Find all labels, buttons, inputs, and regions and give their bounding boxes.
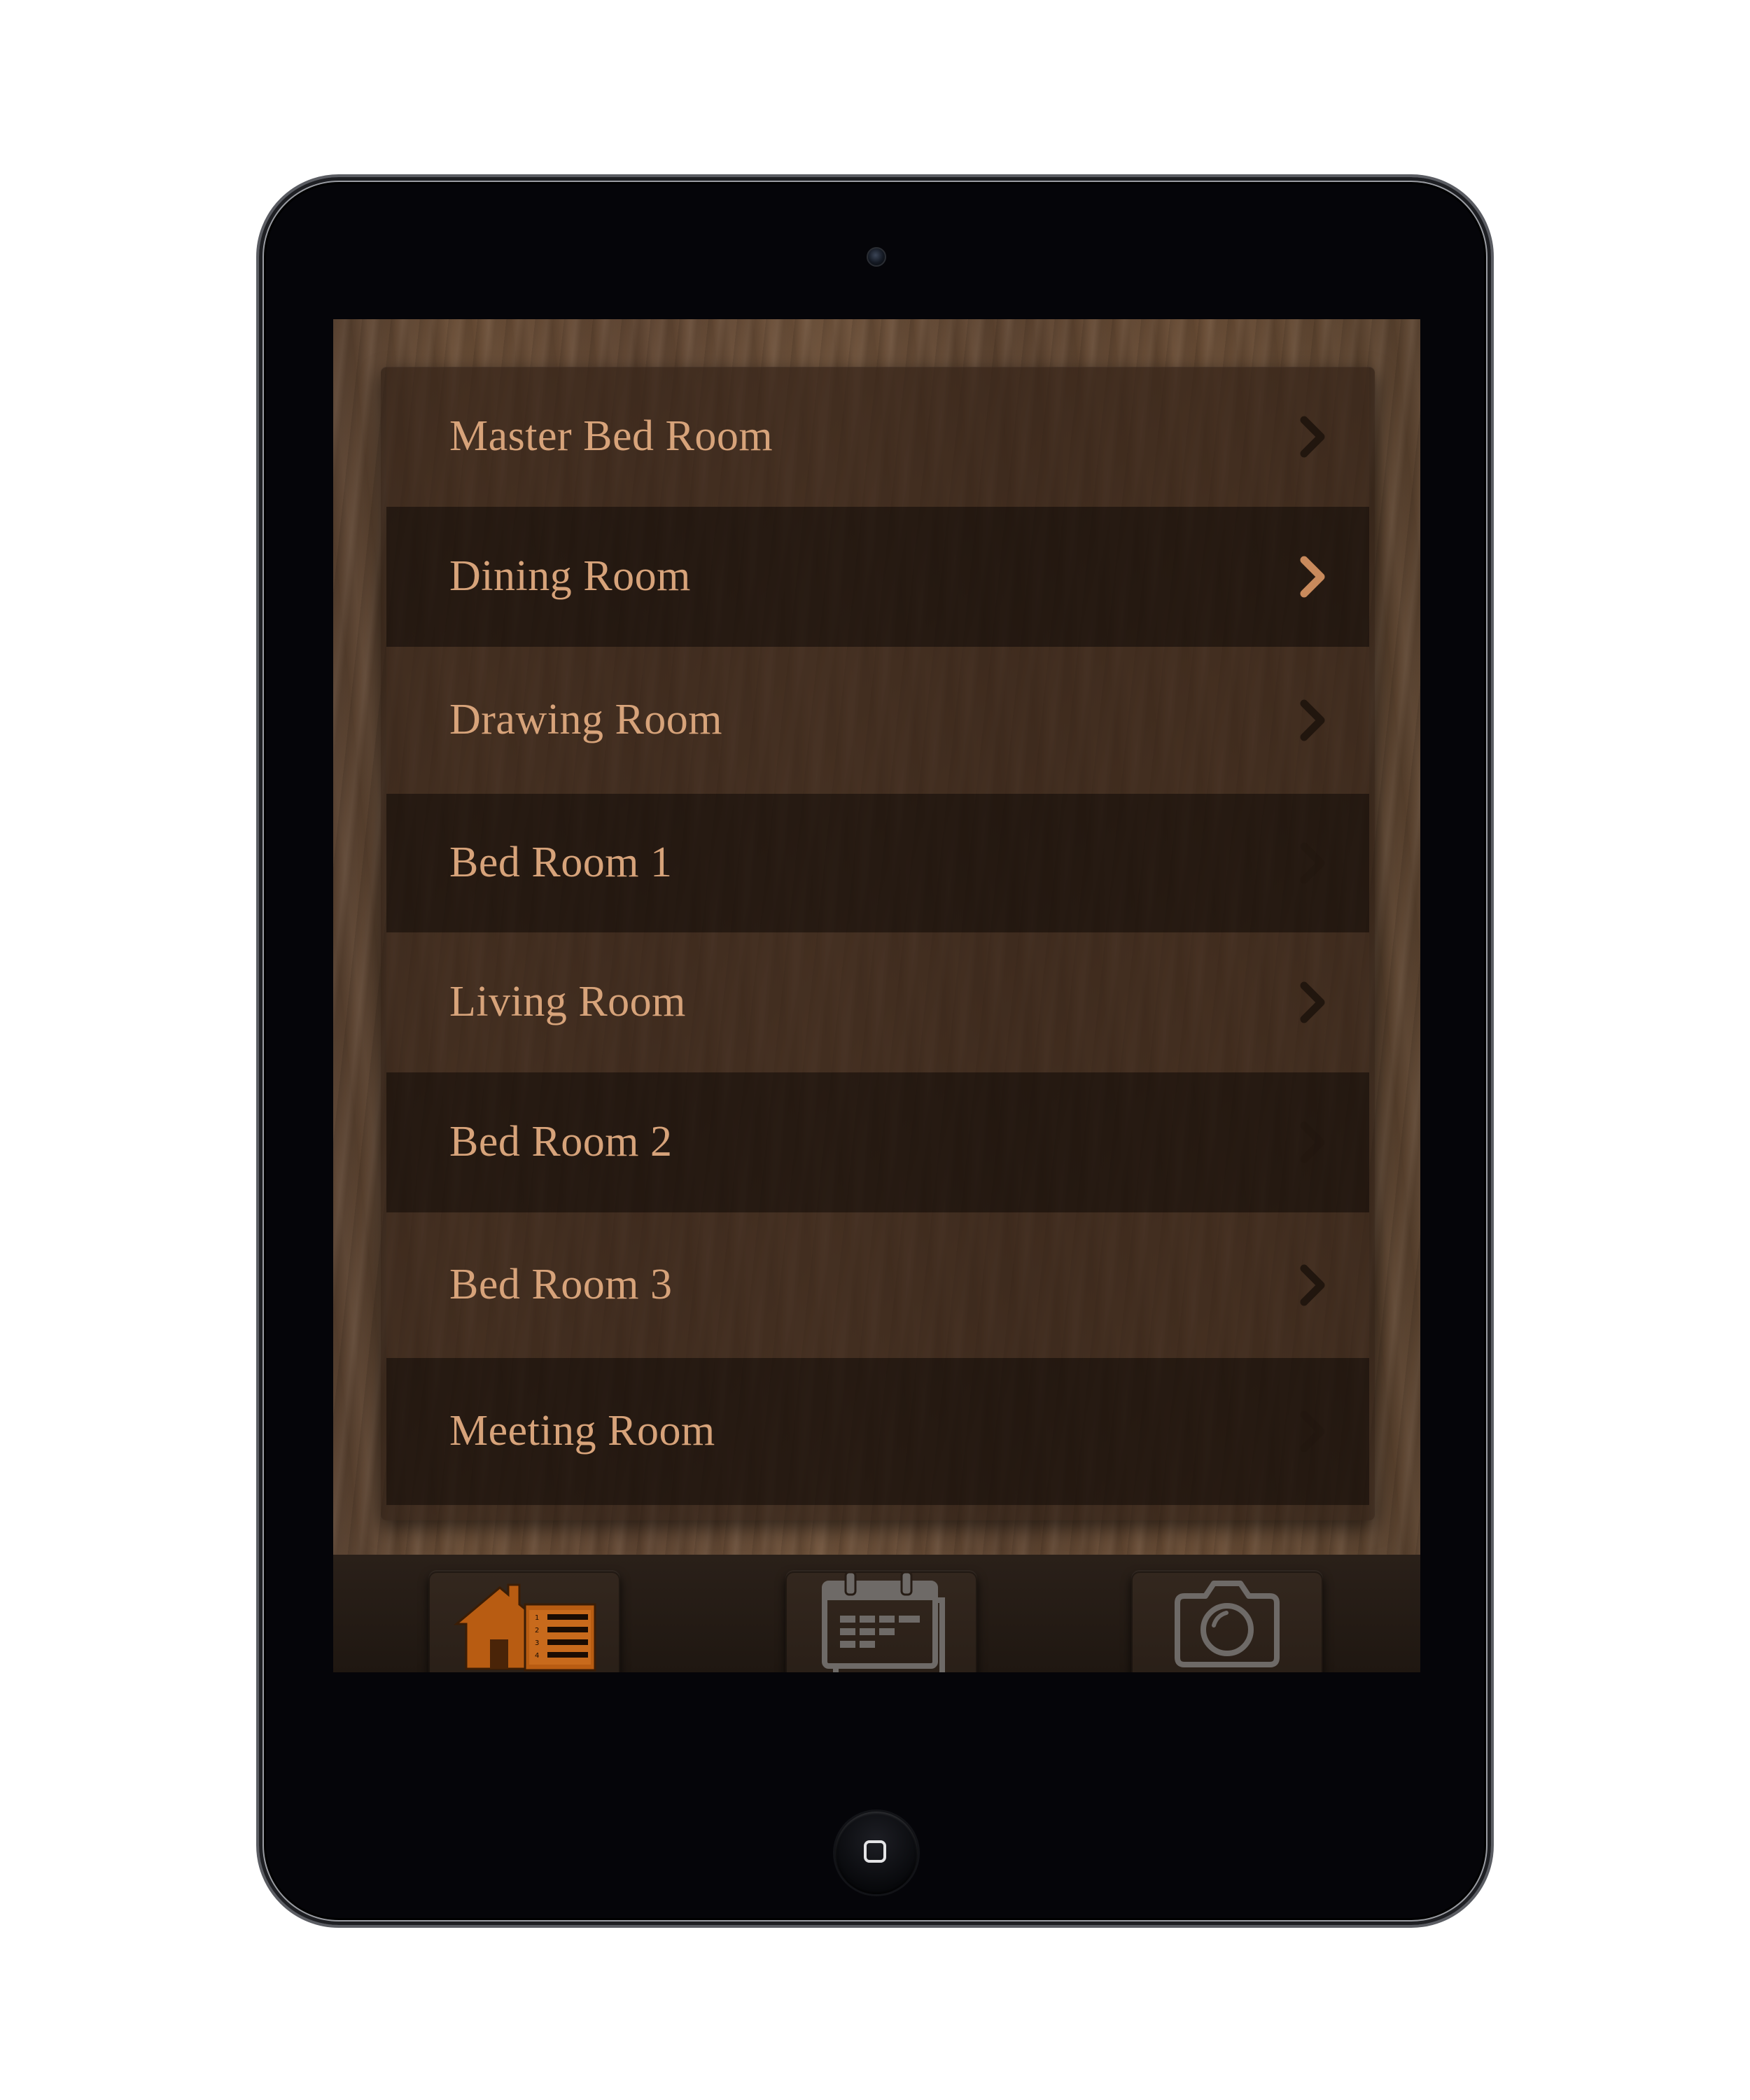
chevron-right-icon bbox=[1298, 1264, 1326, 1306]
chevron-right-icon bbox=[1298, 1410, 1326, 1452]
room-label: Meeting Room bbox=[449, 1407, 715, 1455]
app-screen: Master Bed Room Dining Room Drawing Room Be… bbox=[333, 319, 1420, 1672]
room-row[interactable]: Bed Room 2 bbox=[386, 1072, 1369, 1212]
room-row[interactable]: Master Bed Room bbox=[386, 367, 1369, 507]
room-list: Master Bed Room Dining Room Drawing Room Be… bbox=[386, 367, 1369, 1520]
house-list-icon: 1 2 3 4 bbox=[428, 1572, 620, 1672]
room-label: Living Room bbox=[449, 978, 686, 1026]
room-label: Bed Room 2 bbox=[449, 1118, 673, 1166]
room-label: Drawing Room bbox=[449, 696, 723, 743]
room-label: Bed Room 1 bbox=[449, 839, 673, 886]
calendar-icon bbox=[785, 1572, 977, 1672]
camera-icon bbox=[1131, 1572, 1323, 1672]
svg-text:2: 2 bbox=[535, 1627, 539, 1634]
room-row[interactable]: Living Room bbox=[386, 932, 1369, 1072]
svg-text:4: 4 bbox=[535, 1652, 539, 1660]
tab-bar: 1 2 3 4 bbox=[333, 1555, 1420, 1672]
room-label: Bed Room 3 bbox=[449, 1261, 673, 1308]
tablet-device: Master Bed Room Dining Room Drawing Room Be… bbox=[256, 174, 1494, 1928]
room-row[interactable]: Dining Room bbox=[386, 507, 1369, 647]
tab-rooms[interactable]: 1 2 3 4 bbox=[428, 1572, 620, 1672]
home-button[interactable] bbox=[835, 1812, 918, 1894]
room-row[interactable]: Drawing Room bbox=[386, 647, 1369, 794]
tab-camera[interactable] bbox=[1131, 1572, 1323, 1672]
room-row[interactable]: Bed Room 3 bbox=[386, 1212, 1369, 1358]
svg-text:3: 3 bbox=[535, 1639, 539, 1647]
room-label: Dining Room bbox=[449, 552, 691, 600]
chevron-right-icon bbox=[1298, 981, 1326, 1023]
chevron-right-icon bbox=[1298, 1121, 1326, 1163]
room-row[interactable]: Meeting Room bbox=[386, 1358, 1369, 1505]
front-camera bbox=[867, 247, 886, 267]
home-square-icon bbox=[864, 1840, 886, 1863]
room-row[interactable]: Bed Room 1 bbox=[386, 794, 1369, 932]
tab-calendar[interactable] bbox=[785, 1572, 977, 1672]
room-label: Master Bed Room bbox=[449, 412, 774, 460]
chevron-right-icon bbox=[1298, 842, 1326, 884]
svg-text:1: 1 bbox=[535, 1614, 539, 1622]
chevron-right-icon bbox=[1298, 416, 1326, 458]
chevron-right-icon bbox=[1298, 699, 1326, 741]
chevron-right-icon bbox=[1298, 556, 1326, 598]
stage: Master Bed Room Dining Room Drawing Room Be… bbox=[0, 0, 1750, 2100]
room-list-panel: Master Bed Room Dining Room Drawing Room Be… bbox=[381, 367, 1375, 1520]
